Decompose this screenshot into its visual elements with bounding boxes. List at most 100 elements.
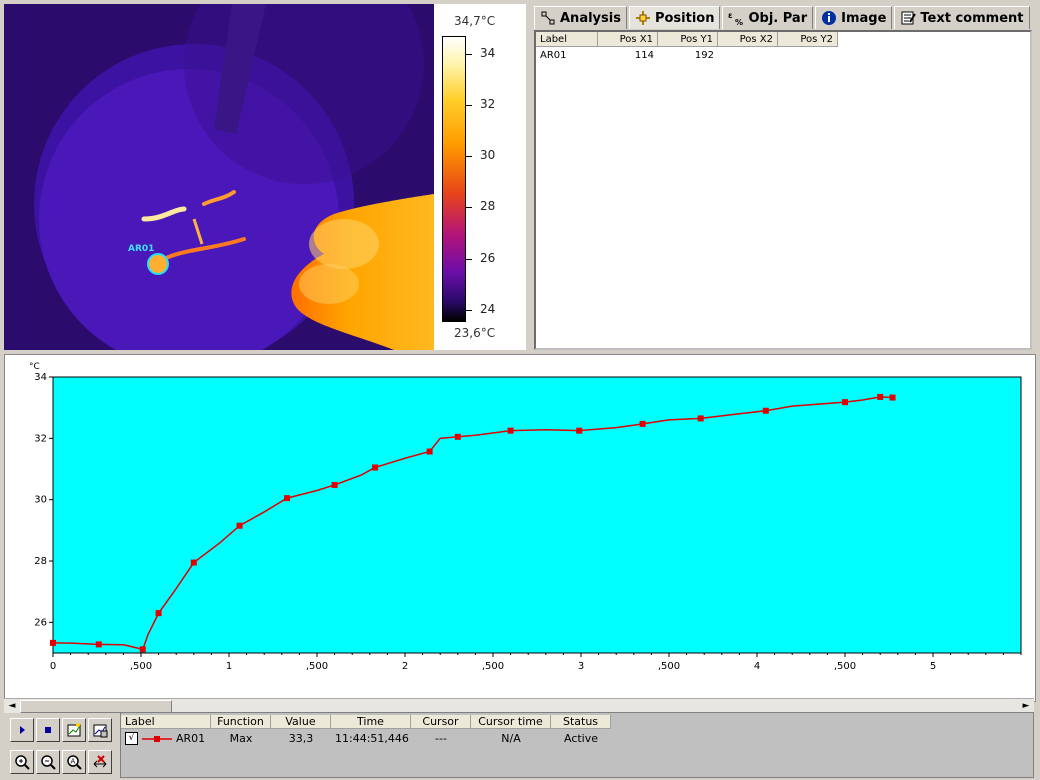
x-tick-label: 1 — [226, 661, 232, 672]
new-chart-button[interactable] — [62, 718, 86, 742]
data-point — [426, 448, 433, 455]
column-pos-x2[interactable]: Pos X2 — [718, 32, 778, 47]
scale-max-label: 34,7°C — [454, 14, 496, 28]
svg-text:A: A — [71, 758, 76, 766]
stop-icon — [45, 727, 51, 733]
zoom-fit-icon: A — [67, 755, 82, 770]
zoom-in-button[interactable] — [10, 750, 34, 774]
column-pos-y2[interactable]: Pos Y2 — [778, 32, 838, 47]
tab-image[interactable]: Image — [815, 6, 893, 29]
data-point — [576, 427, 583, 434]
scale-tick — [466, 105, 472, 107]
data-point — [889, 394, 896, 401]
cell-pos-y2 — [778, 50, 838, 64]
x-tick-label: ,500 — [130, 661, 152, 672]
data-point — [190, 559, 197, 566]
scale-tick-label: 34 — [480, 45, 496, 60]
tab-text-comment[interactable]: Text comment — [894, 6, 1030, 29]
legend-column-time[interactable]: Time — [331, 715, 411, 729]
color-scale-panel: 34,7°C 23,6°C 34 32 30 28 26 24 — [434, 4, 526, 350]
plot-area — [52, 376, 1022, 654]
zoom-fit-button[interactable]: A — [62, 750, 86, 774]
scroll-right-button[interactable]: ► — [1020, 700, 1032, 712]
temperature-chart[interactable]: °C34 32 30 28 26 0 ,500 1 ,500 2 ,500 3 ,500 4 ,500 5 — [5, 355, 1035, 697]
column-pos-y1[interactable]: Pos Y1 — [658, 32, 718, 47]
stop-button[interactable] — [36, 718, 60, 742]
zoom-in-icon — [15, 755, 30, 770]
legend-column-cursor-time[interactable]: Cursor time — [471, 715, 551, 729]
tab-analysis[interactable]: Analysis — [534, 6, 627, 29]
svg-text:%: % — [735, 18, 743, 26]
position-icon — [635, 11, 650, 25]
play-icon — [20, 726, 25, 734]
x-tick-label: 2 — [402, 661, 408, 672]
scale-tick — [466, 156, 472, 158]
text-comment-icon — [901, 11, 917, 25]
legend-value: 33,3 — [288, 732, 314, 745]
table-row[interactable]: AR01 114 192 — [536, 50, 838, 64]
legend-status: Active — [563, 732, 599, 745]
new-chart-icon — [67, 723, 81, 737]
chart-horizontal-scrollbar[interactable]: ◄ ► — [4, 698, 1034, 713]
position-table-header: Label Pos X1 Pos Y1 Pos X2 Pos Y2 — [536, 32, 838, 48]
legend-label: AR01 — [176, 732, 206, 745]
legend-function: Max — [229, 732, 253, 745]
data-point — [507, 427, 514, 434]
y-axis-label: °C — [29, 362, 40, 372]
data-point — [284, 495, 291, 502]
legend-cursor-time: N/A — [501, 732, 521, 745]
series-visible-checkbox[interactable]: √ — [125, 732, 138, 745]
x-tick-label: 0 — [50, 661, 56, 672]
scale-tick — [466, 258, 472, 260]
chart-settings-button[interactable] — [88, 718, 112, 742]
series-line-swatch — [142, 735, 172, 742]
zoom-out-button[interactable] — [36, 750, 60, 774]
data-point — [842, 399, 848, 406]
properties-panel: Analysis Position ε% Obj. Par Image Text… — [532, 4, 1034, 350]
data-point — [877, 393, 884, 400]
legend-column-value[interactable]: Value — [271, 715, 331, 729]
legend-row[interactable]: √ AR01 Max 33,3 11:44:51,446 --- N/A Act… — [121, 731, 611, 746]
reset-zoom-button[interactable] — [88, 750, 112, 774]
tab-object-parameters[interactable]: ε% Obj. Par — [722, 6, 814, 29]
cell-pos-x2 — [718, 50, 778, 64]
color-scale-bar — [442, 36, 466, 322]
scale-tick — [466, 207, 472, 209]
legend-cursor: --- — [435, 732, 447, 745]
cell-pos-x1: 114 — [634, 50, 654, 61]
data-point — [50, 639, 56, 646]
chart-toolbar: A — [10, 716, 118, 776]
series-legend-table: Label Function Value Time Cursor Cursor … — [120, 712, 1034, 778]
scale-tick — [466, 309, 472, 311]
legend-column-label[interactable]: Label — [121, 715, 211, 729]
column-label[interactable]: Label — [536, 32, 598, 47]
data-point — [139, 646, 146, 653]
play-button[interactable] — [10, 718, 34, 742]
analysis-icon — [541, 11, 555, 25]
tab-position[interactable]: Position — [628, 6, 721, 29]
legend-column-status[interactable]: Status — [551, 715, 611, 729]
tab-bar: Analysis Position ε% Obj. Par Image Text… — [534, 6, 1032, 30]
legend-column-function[interactable]: Function — [211, 715, 271, 729]
temperature-chart-panel[interactable]: °C 34 32 30 28 26 0 ,500 1 ,500 2 ,500 3 ,500 4 ,500 5 — [4, 354, 1036, 702]
scale-tick-label: 24 — [480, 301, 496, 316]
data-point — [236, 522, 243, 529]
scale-tick-label: 30 — [480, 148, 496, 163]
scale-tick-label: 28 — [480, 199, 496, 214]
data-point — [454, 433, 461, 440]
data-point — [639, 420, 646, 427]
legend-table-header: Label Function Value Time Cursor Cursor … — [121, 715, 611, 729]
legend-column-cursor[interactable]: Cursor — [411, 715, 471, 729]
column-pos-x1[interactable]: Pos X1 — [598, 32, 658, 47]
zoom-out-icon — [41, 755, 56, 770]
scroll-left-button[interactable]: ◄ — [6, 700, 18, 712]
scale-tick-label: 26 — [480, 250, 496, 265]
data-point — [697, 415, 704, 422]
y-tick-label: 32 — [34, 433, 47, 444]
x-tick-label: ,500 — [834, 661, 856, 672]
thermal-image-view[interactable]: AR01 — [4, 4, 434, 350]
object-parameters-icon: ε% — [728, 11, 743, 26]
y-tick-label: 28 — [34, 556, 47, 567]
scale-min-label: 23,6°C — [454, 326, 496, 340]
roi-label: AR01 — [128, 244, 155, 254]
